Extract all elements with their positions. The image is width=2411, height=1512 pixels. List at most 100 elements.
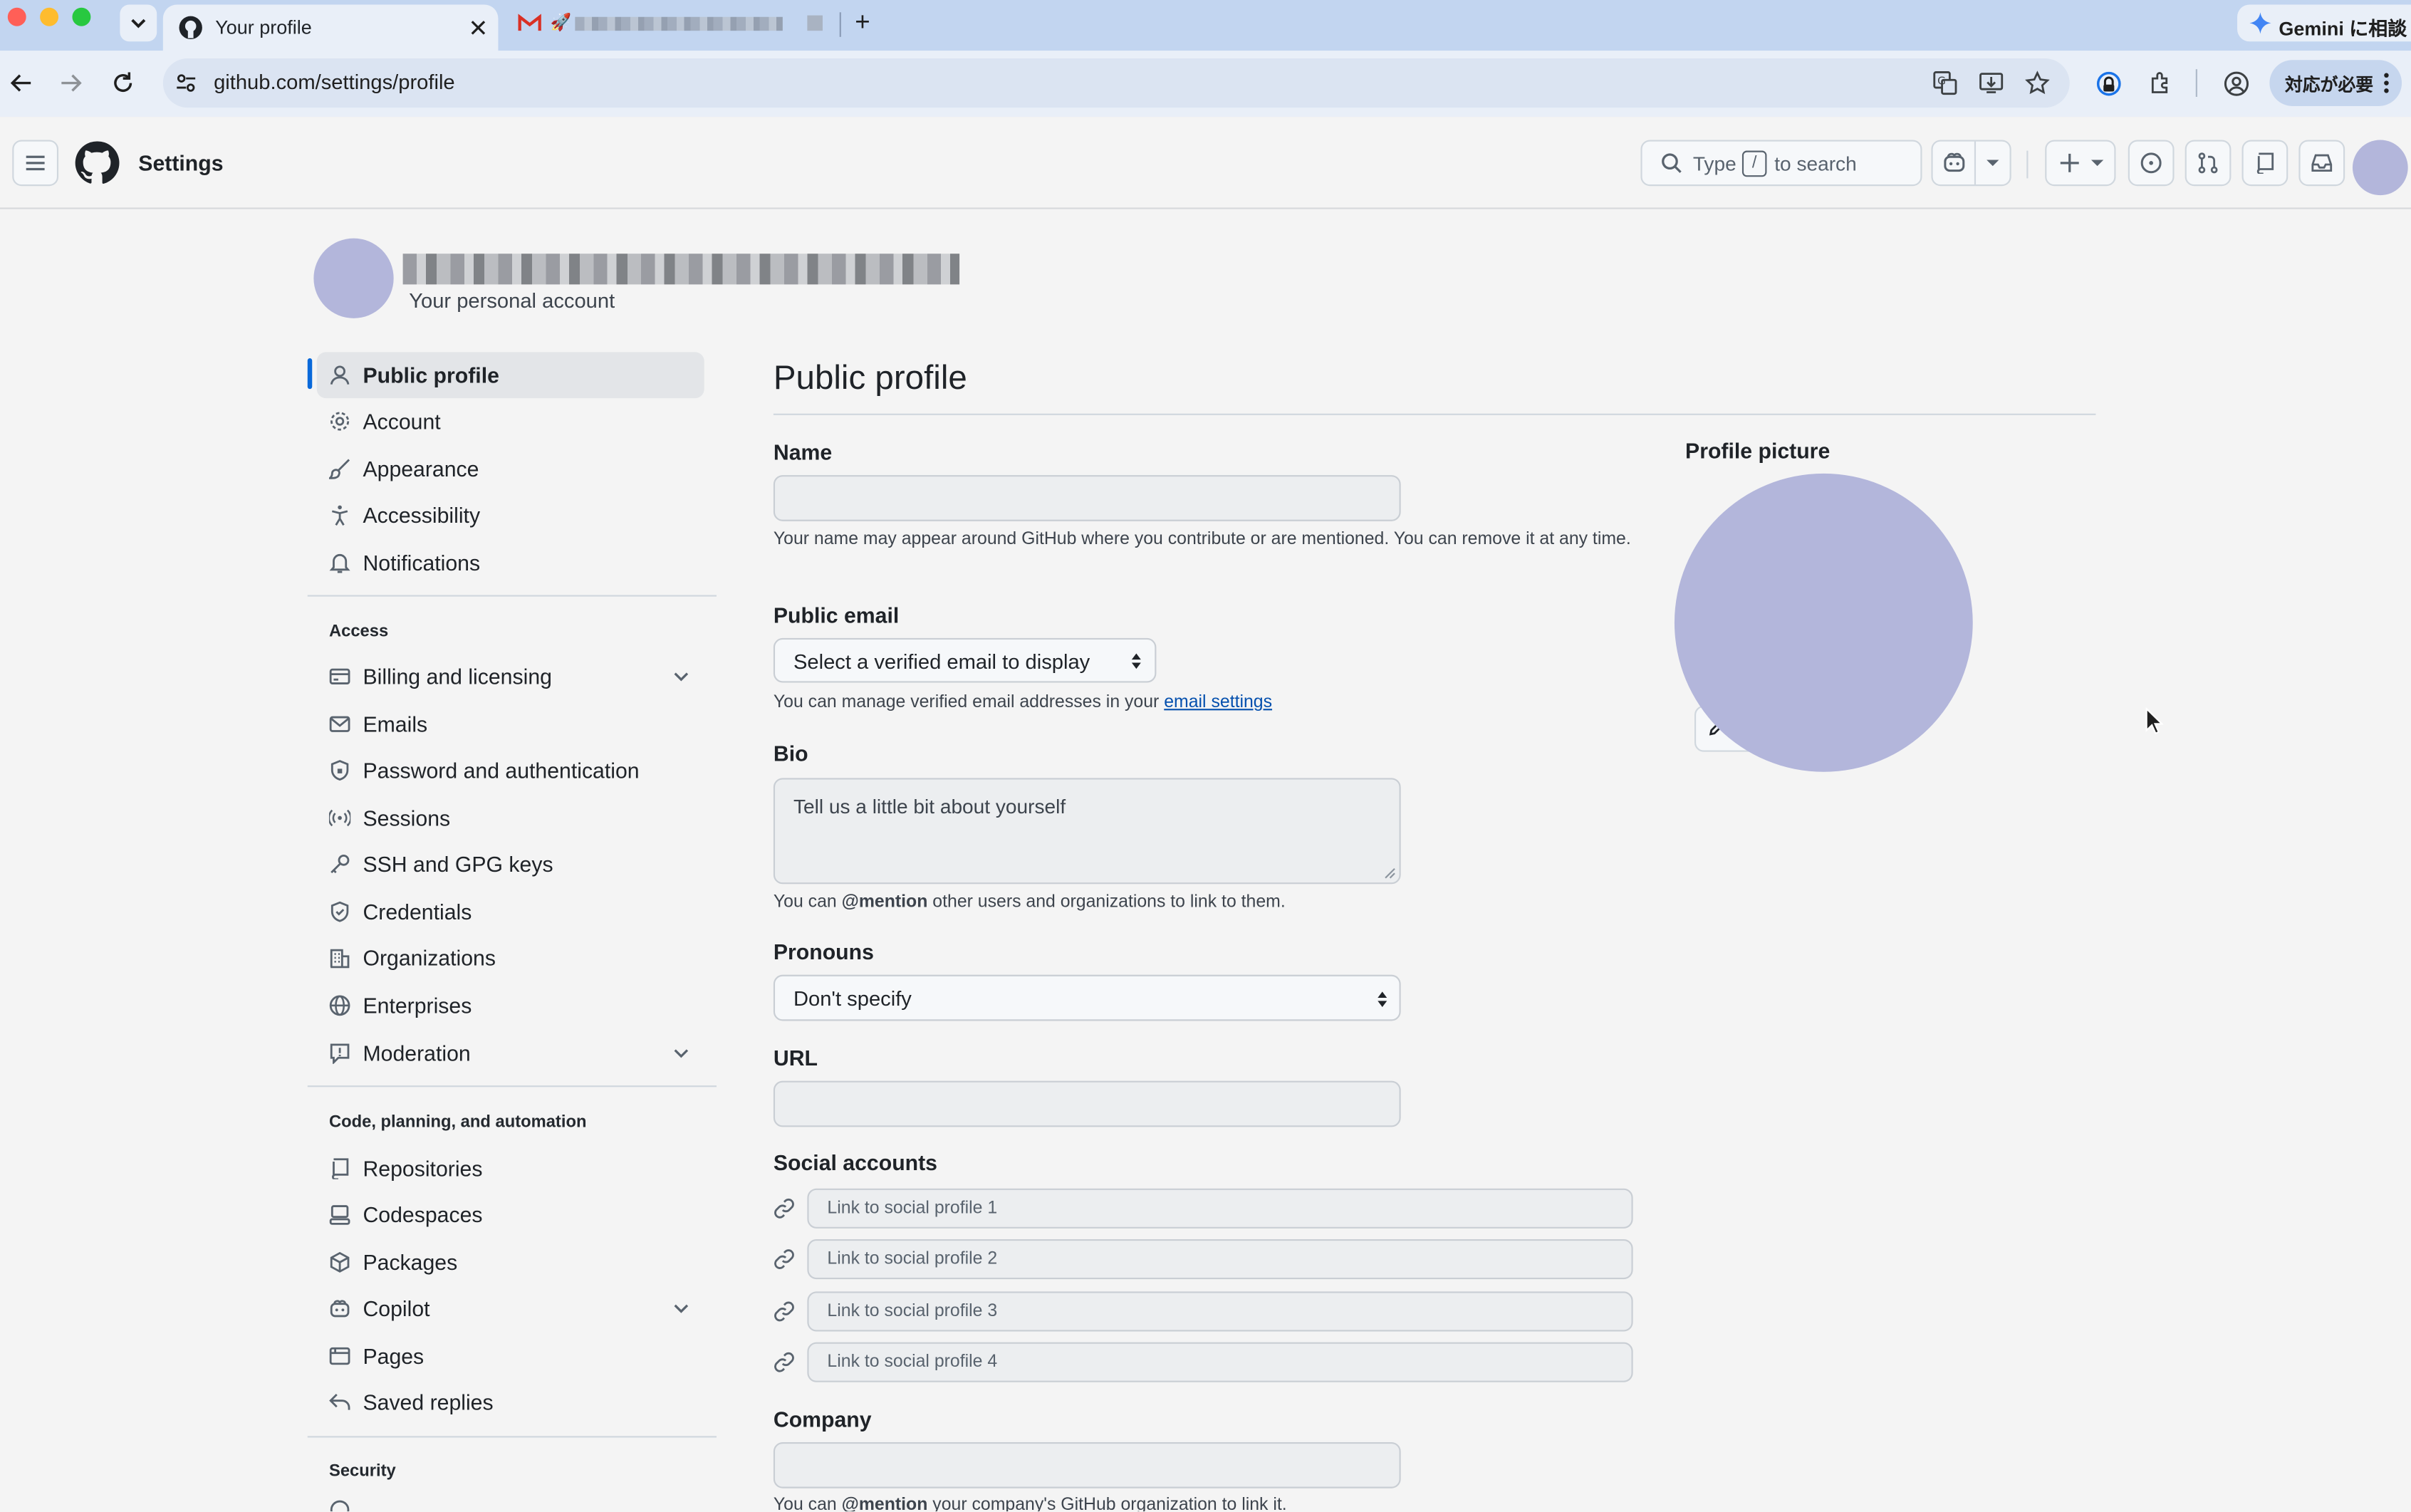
sidebar-item-billing[interactable]: Billing and licensing: [317, 653, 704, 699]
sidebar-divider: [307, 595, 717, 597]
public-email-label: Public email: [773, 603, 900, 627]
hamburger-icon: [26, 155, 45, 171]
install-app-icon[interactable]: [1979, 71, 2004, 95]
address-bar[interactable]: github.com/settings/profile G: [162, 58, 2070, 108]
create-new-button[interactable]: [2045, 140, 2116, 187]
sidebar-item-label: Pages: [363, 1343, 425, 1369]
link-icon: [774, 1198, 794, 1219]
company-help-prefix: You can: [773, 1496, 837, 1512]
minimize-window-button[interactable]: [40, 7, 59, 26]
sidebar-item-accessibility[interactable]: Accessibility: [317, 492, 704, 538]
close-tab-icon[interactable]: [469, 19, 487, 37]
sidebar-item-enterprises[interactable]: Enterprises: [317, 982, 704, 1028]
name-field[interactable]: [773, 475, 1401, 521]
company-field[interactable]: [773, 1441, 1401, 1488]
forward-icon[interactable]: [58, 71, 83, 95]
sidebar-item-codespaces[interactable]: Codespaces: [317, 1192, 704, 1238]
sidebar-item-notifications[interactable]: Notifications: [317, 540, 704, 586]
issues-button[interactable]: [2128, 140, 2175, 187]
gmail-icon: [518, 14, 541, 31]
sidebar-item-label: Codespaces: [363, 1202, 483, 1227]
mail-icon: [329, 716, 350, 732]
profile-icon[interactable]: [2224, 71, 2250, 97]
link-icon: [774, 1249, 794, 1269]
menu-dots-icon: [2384, 73, 2389, 93]
tab-gmail[interactable]: 🚀: [507, 6, 848, 43]
gemini-label: Gemini に相談: [2279, 18, 2407, 41]
copilot-button[interactable]: [1931, 140, 2011, 187]
triangle-down-icon[interactable]: [1985, 157, 2001, 169]
social-link-field-2[interactable]: Link to social profile 2: [807, 1239, 1633, 1280]
public-email-select[interactable]: Select a verified email to display: [773, 637, 1157, 683]
update-required-label: 対応が必要: [2284, 76, 2374, 95]
shield-lock-icon: [330, 760, 349, 781]
redacted-icon: [807, 15, 823, 31]
inbox-button[interactable]: [2298, 140, 2345, 187]
sidebar-item-label: Billing and licensing: [363, 664, 552, 689]
back-icon[interactable]: [9, 71, 34, 95]
sidebar-item-copilot[interactable]: Copilot: [317, 1286, 704, 1332]
search-input[interactable]: Type / to search: [1640, 140, 1922, 187]
sidebar-item-cut-off: [329, 1499, 498, 1512]
sidebar-item-organizations[interactable]: Organizations: [317, 935, 704, 981]
extensions-icon[interactable]: [2148, 71, 2173, 95]
pull-requests-button[interactable]: [2185, 140, 2232, 187]
maximize-window-button[interactable]: [72, 7, 91, 26]
site-info-icon[interactable]: [175, 72, 197, 93]
sidebar-item-ssh-keys[interactable]: SSH and GPG keys: [317, 841, 704, 887]
password-manager-icon[interactable]: [2095, 71, 2122, 97]
social-link-field-3[interactable]: Link to social profile 3: [807, 1291, 1633, 1332]
paintbrush-icon: [328, 459, 350, 479]
sidebar-item-emails[interactable]: Emails: [317, 701, 704, 747]
social-link-field-4[interactable]: Link to social profile 4: [807, 1342, 1633, 1382]
close-window-button[interactable]: [7, 7, 26, 26]
search-hint-suffix: to search: [1774, 152, 1857, 176]
social-link-field-1[interactable]: Link to social profile 1: [807, 1188, 1633, 1229]
pronouns-select[interactable]: Don't specify: [773, 974, 1401, 1021]
bio-textarea[interactable]: Tell us a little bit about yourself: [773, 778, 1401, 885]
mouse-cursor-icon: [2145, 707, 2164, 735]
select-arrows-icon: [1131, 653, 1141, 669]
url-field[interactable]: [773, 1080, 1401, 1127]
email-settings-link[interactable]: email settings: [1164, 694, 1272, 712]
company-label: Company: [773, 1407, 872, 1432]
resize-handle-icon[interactable]: [1384, 867, 1396, 880]
sidebar-item-pages[interactable]: Pages: [317, 1333, 704, 1380]
reload-icon[interactable]: [110, 71, 135, 95]
gemini-button[interactable]: Gemini に相談: [2237, 4, 2411, 42]
bio-help-suffix: other users and organizations to link to…: [932, 893, 1286, 912]
sidebar-item-account[interactable]: Account: [317, 398, 704, 444]
key-icon: [330, 854, 350, 874]
sidebar-item-public-profile[interactable]: Public profile: [316, 352, 704, 399]
user-avatar[interactable]: [2352, 140, 2408, 196]
tab-title: Your profile: [215, 16, 312, 38]
tab-search-button[interactable]: [120, 4, 157, 42]
link-icon: [774, 1301, 794, 1322]
sidebar-item-label: Notifications: [363, 550, 481, 575]
bookmark-star-icon[interactable]: [2025, 71, 2050, 95]
copilot-icon: [330, 1300, 350, 1318]
new-tab-button[interactable]: +: [855, 8, 870, 38]
sidebar-item-label: Sessions: [363, 805, 451, 830]
sidebar-item-label: Copilot: [363, 1295, 430, 1321]
pull-request-icon: [2198, 152, 2218, 174]
toolbar-divider: [2195, 69, 2197, 98]
tab-your-profile[interactable]: Your profile: [162, 4, 499, 51]
sidebar-item-label: Enterprises: [363, 993, 472, 1018]
sidebar-item-credentials[interactable]: Credentials: [317, 889, 704, 935]
name-label: Name: [773, 439, 833, 464]
sidebar-item-repositories[interactable]: Repositories: [317, 1145, 704, 1192]
sidebar-item-label: Account: [363, 409, 441, 434]
sidebar-item-packages[interactable]: Packages: [317, 1239, 704, 1286]
sidebar-item-moderation[interactable]: Moderation: [317, 1030, 704, 1076]
github-logo-icon[interactable]: [74, 140, 120, 186]
update-required-button[interactable]: 対応が必要: [2269, 60, 2402, 106]
translate-icon[interactable]: G: [1933, 71, 1958, 95]
repositories-button[interactable]: [2241, 140, 2288, 187]
sidebar-item-label: Public profile: [363, 363, 499, 388]
open-navigation-button[interactable]: [12, 140, 59, 187]
sidebar-item-saved-replies[interactable]: Saved replies: [317, 1379, 704, 1425]
sidebar-item-password[interactable]: Password and authentication: [317, 747, 704, 793]
sidebar-item-sessions[interactable]: Sessions: [317, 795, 704, 841]
sidebar-item-appearance[interactable]: Appearance: [317, 446, 704, 492]
